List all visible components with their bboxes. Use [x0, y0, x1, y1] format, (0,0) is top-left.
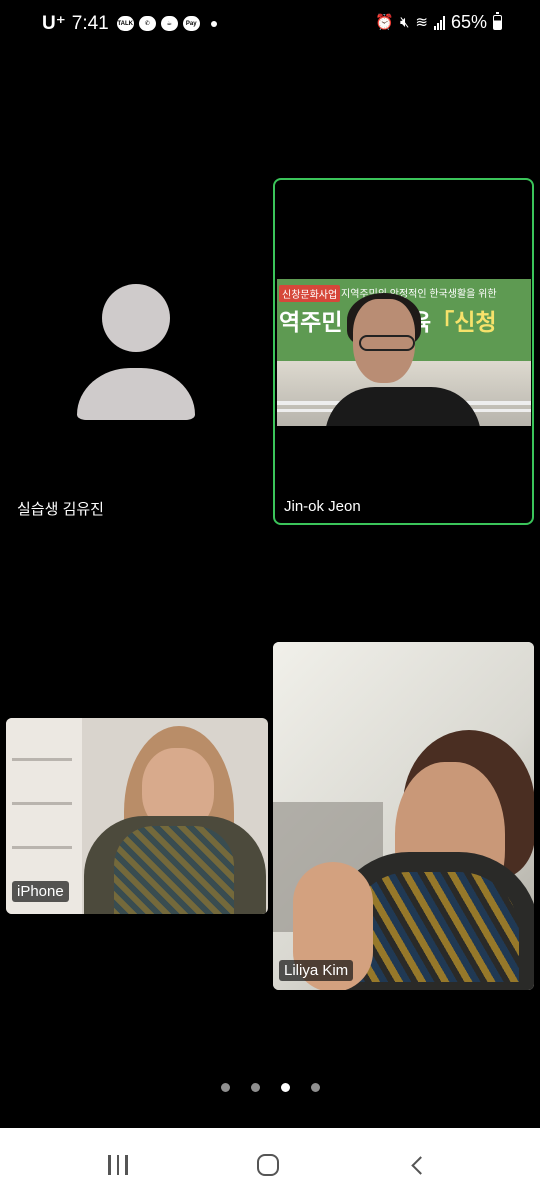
participant-name: 실습생 김유진 [17, 501, 104, 518]
wifi-icon: ≋ [415, 14, 428, 31]
recents-icon [108, 1155, 111, 1175]
kakaotalk-icon: TALK [116, 16, 134, 31]
alarm-icon: ⏰ [375, 14, 394, 31]
home-icon [257, 1154, 279, 1176]
home-button[interactable] [248, 1150, 288, 1180]
clock: 7:41 [71, 12, 109, 34]
video-feed: 신창문화사업 지역주민의 안정적인 한국생활을 위한 역주민 교육「신청 [277, 279, 531, 426]
recents-button[interactable] [98, 1150, 138, 1180]
system-nav-bar [0, 1128, 540, 1200]
page-indicator[interactable] [0, 1083, 540, 1092]
participant-tile-liliya[interactable]: Liliya Kim [273, 642, 534, 990]
banner-tag: 신창문화사업 [279, 285, 341, 302]
glasses [359, 335, 415, 351]
avatar-body [77, 368, 195, 420]
participant-tile-iphone[interactable]: iPhone [6, 718, 268, 914]
back-icon [410, 1155, 430, 1175]
signal-icon [433, 15, 445, 30]
page-dot[interactable] [310, 1083, 320, 1092]
battery-icon [493, 12, 502, 30]
mute-icon: 🔇︎ [399, 14, 410, 31]
participant-tile-kim[interactable]: 실습생 김유진 [6, 180, 268, 524]
battery-percent: 65% [450, 12, 487, 32]
status-bar: U⁺ 7:41 TALK ✆ ☕ Pay ⏰ 🔇︎ ≋ 65% [0, 0, 540, 52]
carrier-label: U⁺ [42, 13, 66, 34]
participant-tile-jeon[interactable]: 신창문화사업 지역주민의 안정적인 한국생활을 위한 역주민 교육「신청 Jin… [273, 178, 534, 525]
more-notifications-icon [210, 20, 217, 27]
pay-icon: Pay [182, 16, 200, 31]
page-dot[interactable] [220, 1083, 230, 1092]
person-body [84, 816, 266, 914]
avatar-head [102, 284, 170, 352]
page-dot-active[interactable] [280, 1083, 290, 1092]
back-button[interactable] [400, 1150, 440, 1180]
phone-call-icon: ✆ [138, 16, 156, 31]
cup-icon: ☕ [160, 16, 178, 31]
participant-name: Liliya Kim [279, 960, 354, 981]
participant-name: iPhone [12, 881, 69, 902]
participant-name: Jin-ok Jeon [284, 498, 361, 515]
page-dot[interactable] [250, 1083, 260, 1092]
